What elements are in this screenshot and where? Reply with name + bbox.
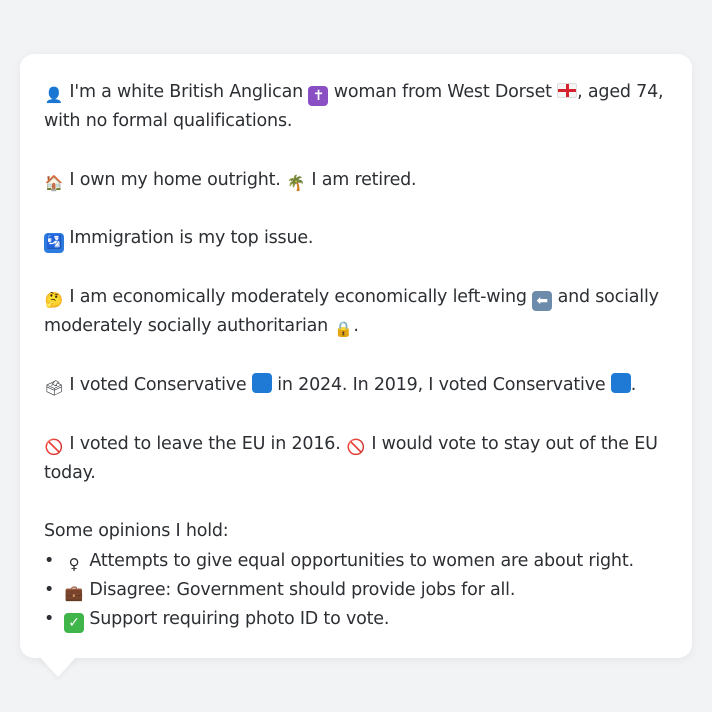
blue-square-icon [610,372,631,393]
issue-paragraph: 🛂 Immigration is my top issue. [44,224,668,254]
ideology-text-a: I am economically moderately economicall… [69,287,527,308]
vote-text-c: . [630,374,637,395]
check-mark-button-icon: ✓ [64,613,84,634]
identity-paragraph: 👤 I'm a white British Anglican ✝ woman f… [44,78,668,137]
female-sign-icon: ♀ [68,554,80,573]
list-item: • ♀ Attempts to give equal opportunities … [44,547,668,576]
opinion-text: Disagree: Government should provide jobs… [89,580,516,601]
house-icon: 🏠 [44,173,64,192]
bust-in-silhouette-icon: 👤 [44,86,64,104]
opinions-header: Some opinions I hold: [44,521,229,542]
latin-cross-icon: ✝ [308,86,329,106]
home-paragraph: 🏠 I own my home outright. 🌴 I am retired… [44,166,668,195]
eu-text-a: I voted to leave the EU in 2016. [69,433,341,454]
opinion-text: Support requiring photo ID to vote. [89,609,390,630]
ballot-box-icon: 🗳 [44,378,64,397]
vote-text-a: I voted Conservative [69,374,247,395]
list-item: • 💼 Disagree: Government should provide j… [44,576,668,605]
bullet: • [44,550,55,571]
issue-text: Immigration is my top issue. [69,228,314,249]
vote-text-b: in 2024. In 2019, I voted Conservative [277,374,606,395]
persona-message-bubble: 👤 I'm a white British Anglican ✝ woman f… [20,54,692,658]
prohibited-icon: 🚫 [44,437,64,456]
thinking-face-icon: 🤔 [44,291,64,310]
prohibited-icon: 🚫 [346,437,366,456]
ideology-paragraph: 🤔 I am economically moderately economica… [44,283,668,342]
england-flag-icon [557,83,578,98]
left-arrow-icon: ⬅ [532,291,553,312]
persona-text: 👤 I'm a white British Anglican ✝ woman f… [44,78,668,635]
blue-square-icon [251,372,272,393]
opinion-text: Attempts to give equal opportunities to … [89,550,634,571]
identity-text-a: I'm a white British Anglican [69,82,303,102]
home-text-a: I own my home outright. [69,169,281,190]
opinions-paragraph: Some opinions I hold: • ♀ Attempts to giv… [44,517,668,634]
vote-paragraph: 🗳 I voted Conservative in 2024. In 2019,… [44,371,668,400]
bubble-tail [38,655,78,677]
home-text-b: I am retired. [311,169,417,190]
ideology-text-c: . [353,316,359,337]
bullet: • [44,609,55,630]
identity-text-b: woman from West Dorset [333,82,552,102]
briefcase-icon: 💼 [64,584,84,603]
list-item: • ✓ Support requiring photo ID to vote. [44,605,668,634]
lock-icon: 🔒 [334,320,353,339]
palm-tree-icon: 🌴 [286,173,306,192]
eu-paragraph: 🚫 I voted to leave the EU in 2016. 🚫 I w… [44,430,668,489]
passport-control-icon: 🛂 [44,233,64,254]
bullet: • [44,580,55,601]
